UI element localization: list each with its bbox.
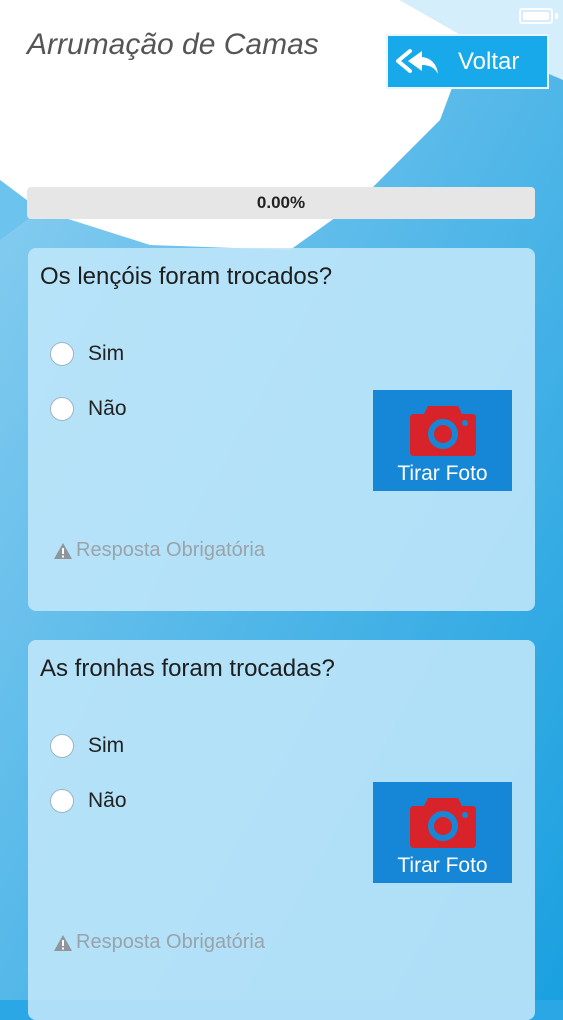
take-photo-label: Tirar Foto bbox=[397, 854, 488, 877]
radio-button[interactable] bbox=[50, 397, 74, 421]
question-text: As fronhas foram trocadas? bbox=[40, 655, 335, 682]
take-photo-label: Tirar Foto bbox=[397, 462, 488, 485]
progress-bar: 0.00% bbox=[27, 187, 535, 219]
option-nao[interactable]: Não bbox=[50, 789, 127, 813]
question-card-2: As fronhas foram trocadas? Sim Não Tirar… bbox=[28, 640, 535, 1020]
option-label: Não bbox=[88, 789, 127, 812]
page-title: Arrumação de Camas bbox=[27, 28, 319, 61]
progress-text: 0.00% bbox=[256, 193, 306, 212]
battery-tip bbox=[555, 13, 558, 19]
back-button[interactable]: Voltar bbox=[386, 34, 549, 89]
warning-icon bbox=[54, 542, 72, 559]
required-label: Resposta Obrigatória bbox=[76, 931, 265, 953]
radio-button[interactable] bbox=[50, 342, 74, 366]
required-label: Resposta Obrigatória bbox=[76, 539, 265, 561]
option-label: Não bbox=[88, 397, 127, 420]
radio-button[interactable] bbox=[50, 734, 74, 758]
camera-icon bbox=[409, 406, 476, 456]
required-notice: Resposta Obrigatória bbox=[53, 539, 265, 562]
option-sim[interactable]: Sim bbox=[50, 342, 124, 366]
take-photo-button[interactable]: Tirar Foto bbox=[373, 782, 512, 883]
option-nao[interactable]: Não bbox=[50, 397, 127, 421]
battery-icon bbox=[519, 8, 553, 24]
take-photo-button[interactable]: Tirar Foto bbox=[373, 390, 512, 491]
required-notice: Resposta Obrigatória bbox=[53, 931, 265, 954]
radio-button[interactable] bbox=[50, 789, 74, 813]
camera-icon bbox=[409, 798, 476, 848]
option-sim[interactable]: Sim bbox=[50, 734, 124, 758]
back-button-label: Voltar bbox=[458, 47, 520, 75]
warning-icon bbox=[54, 934, 72, 951]
option-label: Sim bbox=[88, 342, 125, 365]
double-reply-arrow-icon bbox=[396, 48, 438, 74]
question-text: Os lençóis foram trocados? bbox=[40, 263, 333, 290]
option-label: Sim bbox=[88, 734, 125, 757]
question-card-1: Os lençóis foram trocados? Sim Não Tirar… bbox=[28, 248, 535, 611]
